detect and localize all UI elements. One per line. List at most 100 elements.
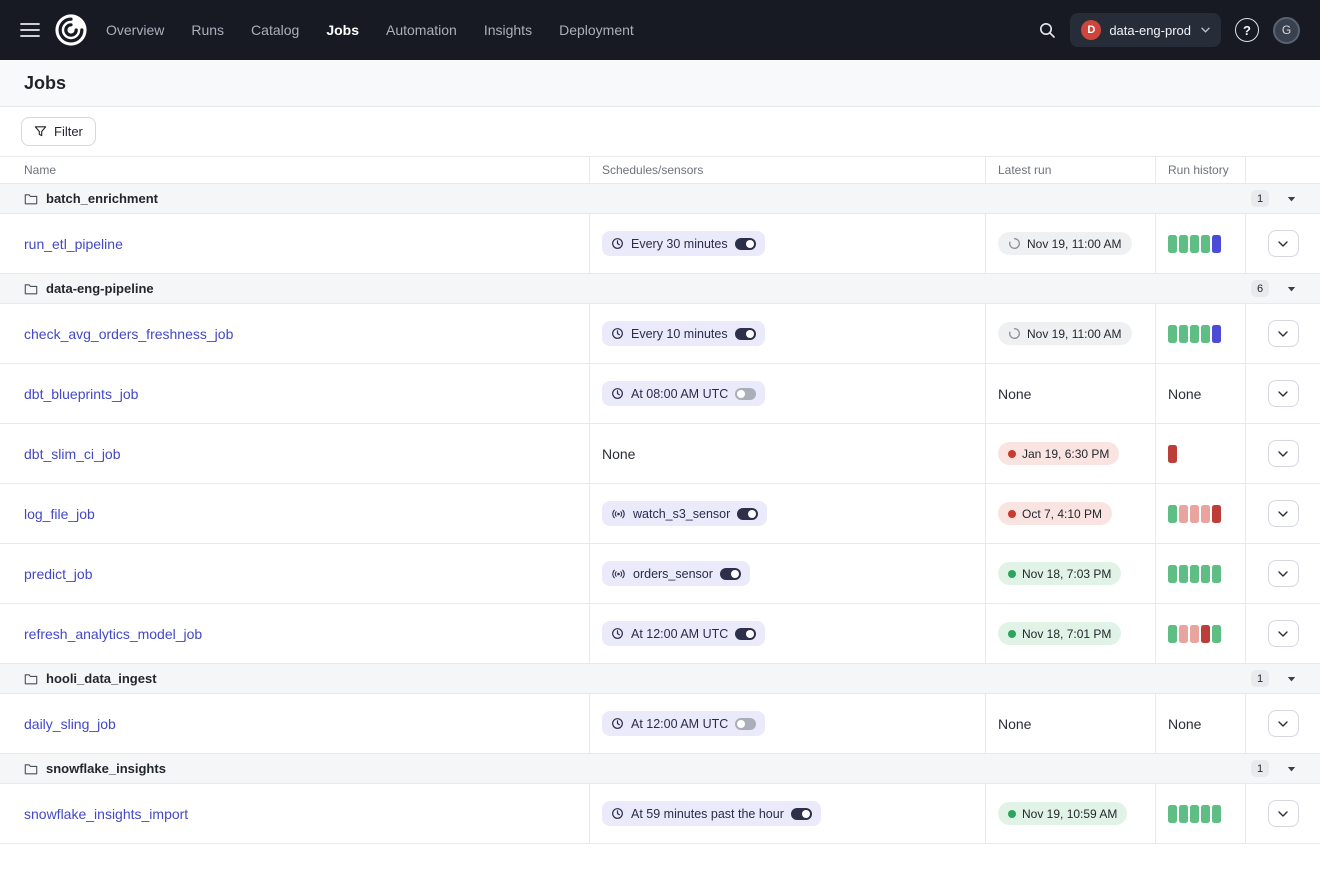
- schedule-toggle[interactable]: [735, 238, 756, 250]
- expand-row-button[interactable]: [1268, 500, 1299, 527]
- job-group-row[interactable]: hooli_data_ingest1: [0, 664, 1320, 694]
- schedule-pill[interactable]: Every 10 minutes: [602, 321, 765, 346]
- job-name-link[interactable]: daily_sling_job: [24, 716, 116, 732]
- group-count-badge: 6: [1251, 280, 1269, 297]
- sensor-toggle[interactable]: [720, 568, 741, 580]
- run-history-bar[interactable]: [1212, 325, 1221, 343]
- caret-down-icon: [1287, 196, 1296, 202]
- nav-overview[interactable]: Overview: [106, 22, 164, 38]
- run-history-bar[interactable]: [1179, 805, 1188, 823]
- schedule-toggle[interactable]: [735, 718, 756, 730]
- sensor-pill[interactable]: watch_s3_sensor: [602, 501, 767, 526]
- expand-row-button[interactable]: [1268, 800, 1299, 827]
- run-history-bar[interactable]: [1168, 445, 1177, 463]
- job-name-link[interactable]: log_file_job: [24, 506, 95, 522]
- run-history-bar[interactable]: [1168, 235, 1177, 253]
- run-history-bar[interactable]: [1212, 625, 1221, 643]
- run-history-bar[interactable]: [1168, 565, 1177, 583]
- run-status-dot: [1008, 630, 1016, 638]
- run-history-bar[interactable]: [1212, 805, 1221, 823]
- run-history-bar[interactable]: [1190, 565, 1199, 583]
- user-avatar[interactable]: G: [1273, 17, 1300, 44]
- run-history-bar[interactable]: [1201, 505, 1210, 523]
- job-name-link[interactable]: snowflake_insights_import: [24, 806, 188, 822]
- nav-jobs[interactable]: Jobs: [326, 22, 359, 38]
- run-history-bar[interactable]: [1179, 235, 1188, 253]
- latest-run-pill[interactable]: Nov 19, 11:00 AM: [998, 232, 1132, 255]
- job-run-history-cell: [1156, 544, 1246, 603]
- run-history-bar[interactable]: [1168, 625, 1177, 643]
- job-group-row[interactable]: snowflake_insights1: [0, 754, 1320, 784]
- schedule-pill[interactable]: At 08:00 AM UTC: [602, 381, 765, 406]
- run-history-bar[interactable]: [1179, 505, 1188, 523]
- run-history-bar[interactable]: [1201, 625, 1210, 643]
- expand-row-button[interactable]: [1268, 620, 1299, 647]
- nav-runs[interactable]: Runs: [191, 22, 224, 38]
- nav-catalog[interactable]: Catalog: [251, 22, 299, 38]
- run-history-bar[interactable]: [1190, 625, 1199, 643]
- schedule-pill[interactable]: Every 30 minutes: [602, 231, 765, 256]
- latest-run-pill[interactable]: Nov 18, 7:03 PM: [998, 562, 1121, 585]
- job-group-row[interactable]: batch_enrichment1: [0, 184, 1320, 214]
- sensor-toggle[interactable]: [737, 508, 758, 520]
- nav-deployment[interactable]: Deployment: [559, 22, 634, 38]
- latest-run-time: Jan 19, 6:30 PM: [1022, 447, 1109, 461]
- run-history-bar[interactable]: [1179, 625, 1188, 643]
- schedule-toggle[interactable]: [735, 628, 756, 640]
- funnel-icon: [34, 125, 47, 138]
- run-history-bar[interactable]: [1168, 805, 1177, 823]
- schedule-toggle[interactable]: [735, 328, 756, 340]
- run-history-bar[interactable]: [1212, 235, 1221, 253]
- run-history-bar[interactable]: [1168, 505, 1177, 523]
- nav-automation[interactable]: Automation: [386, 22, 457, 38]
- schedule-pill[interactable]: At 12:00 AM UTC: [602, 711, 765, 736]
- run-history-bar[interactable]: [1190, 505, 1199, 523]
- run-history-bar[interactable]: [1201, 565, 1210, 583]
- filter-button[interactable]: Filter: [21, 117, 96, 146]
- run-history-bar[interactable]: [1201, 805, 1210, 823]
- run-history-bar[interactable]: [1179, 325, 1188, 343]
- run-history-bar[interactable]: [1190, 805, 1199, 823]
- run-history-bars: [1168, 445, 1177, 463]
- expand-row-button[interactable]: [1268, 440, 1299, 467]
- job-name-link[interactable]: dbt_slim_ci_job: [24, 446, 121, 462]
- latest-run-pill[interactable]: Nov 19, 10:59 AM: [998, 802, 1127, 825]
- latest-run-pill[interactable]: Jan 19, 6:30 PM: [998, 442, 1119, 465]
- run-history-bar[interactable]: [1201, 325, 1210, 343]
- job-name-link[interactable]: predict_job: [24, 566, 93, 582]
- job-name-link[interactable]: dbt_blueprints_job: [24, 386, 138, 402]
- hamburger-menu-icon[interactable]: [20, 22, 40, 38]
- schedule-pill[interactable]: At 59 minutes past the hour: [602, 801, 821, 826]
- run-history-bar[interactable]: [1168, 325, 1177, 343]
- expand-row-button[interactable]: [1268, 380, 1299, 407]
- latest-run-pill[interactable]: Nov 19, 11:00 AM: [998, 322, 1132, 345]
- navbar-right: D data-eng-prod ? G: [1038, 13, 1300, 47]
- job-name-cell: daily_sling_job: [0, 694, 590, 753]
- help-icon[interactable]: ?: [1235, 18, 1259, 42]
- search-icon[interactable]: [1038, 21, 1056, 39]
- expand-row-button[interactable]: [1268, 560, 1299, 587]
- caret-down-icon: [1287, 286, 1296, 292]
- run-history-bar[interactable]: [1212, 505, 1221, 523]
- job-name-link[interactable]: refresh_analytics_model_job: [24, 626, 202, 642]
- schedule-toggle[interactable]: [791, 808, 812, 820]
- run-history-bar[interactable]: [1190, 325, 1199, 343]
- latest-run-pill[interactable]: Oct 7, 4:10 PM: [998, 502, 1112, 525]
- schedule-toggle[interactable]: [735, 388, 756, 400]
- job-group-row[interactable]: data-eng-pipeline6: [0, 274, 1320, 304]
- expand-row-button[interactable]: [1268, 320, 1299, 347]
- latest-run-pill[interactable]: Nov 18, 7:01 PM: [998, 622, 1121, 645]
- job-name-link[interactable]: check_avg_orders_freshness_job: [24, 326, 233, 342]
- run-history-bar[interactable]: [1212, 565, 1221, 583]
- deployment-switcher[interactable]: D data-eng-prod: [1070, 13, 1221, 47]
- dagster-logo[interactable]: [54, 13, 88, 47]
- run-history-bar[interactable]: [1201, 235, 1210, 253]
- schedule-pill[interactable]: At 12:00 AM UTC: [602, 621, 765, 646]
- run-history-bar[interactable]: [1179, 565, 1188, 583]
- sensor-pill[interactable]: orders_sensor: [602, 561, 750, 586]
- expand-row-button[interactable]: [1268, 710, 1299, 737]
- expand-row-button[interactable]: [1268, 230, 1299, 257]
- job-name-link[interactable]: run_etl_pipeline: [24, 236, 123, 252]
- run-history-bar[interactable]: [1190, 235, 1199, 253]
- nav-insights[interactable]: Insights: [484, 22, 532, 38]
